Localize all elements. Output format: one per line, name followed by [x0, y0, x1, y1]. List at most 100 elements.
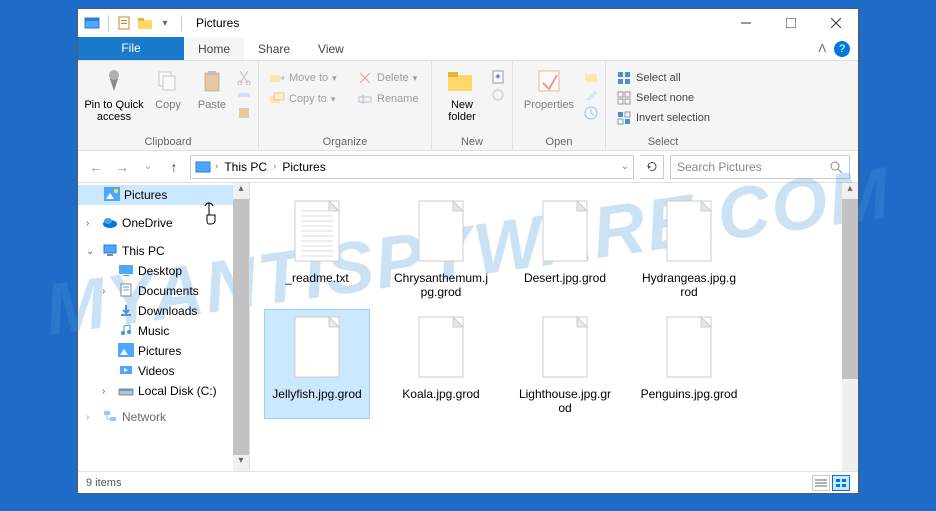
tree-videos[interactable]: Videos — [78, 361, 249, 381]
address-bar[interactable]: › This PC › Pictures ⌄ — [190, 155, 634, 179]
tab-file[interactable]: File — [78, 37, 184, 60]
easy-access-icon[interactable] — [490, 87, 506, 103]
delete-button[interactable]: Delete▾ — [353, 69, 421, 87]
file-item[interactable]: Lighthouse.jpg.grod — [512, 309, 618, 419]
videos-icon — [118, 363, 134, 379]
copy-button[interactable]: Copy — [148, 65, 188, 111]
delete-icon — [357, 70, 373, 86]
content-scrollbar[interactable]: ▴ — [842, 183, 858, 471]
help-icon[interactable]: ? — [834, 41, 850, 57]
qat-folder-icon[interactable] — [137, 15, 153, 31]
tab-share[interactable]: Share — [244, 37, 304, 60]
search-icon — [829, 160, 843, 174]
tree-pictures[interactable]: Pictures — [78, 341, 249, 361]
paste-icon — [196, 65, 228, 97]
folder-icon — [195, 159, 211, 175]
downloads-icon — [118, 303, 134, 319]
navigation-bar: ← → ⌄ ↑ › This PC › Pictures ⌄ Search Pi… — [78, 151, 858, 183]
open-icon[interactable] — [583, 69, 599, 85]
minimize-button[interactable] — [723, 9, 768, 37]
paste-button[interactable]: Paste — [192, 65, 232, 111]
tab-home[interactable]: Home — [184, 37, 244, 60]
window-title: Pictures — [196, 16, 239, 30]
properties-button[interactable]: Properties — [519, 65, 579, 111]
icons-view-button[interactable] — [832, 475, 850, 491]
file-item[interactable]: Koala.jpg.grod — [388, 309, 494, 419]
file-item[interactable]: Desert.jpg.grod — [512, 193, 618, 303]
tree-downloads[interactable]: Downloads — [78, 301, 249, 321]
select-none-icon — [616, 90, 632, 106]
tree-desktop[interactable]: Desktop — [78, 261, 249, 281]
invert-selection-button[interactable]: Invert selection — [612, 109, 714, 127]
tab-view[interactable]: View — [304, 37, 358, 60]
file-name: Jellyfish.jpg.grod — [272, 387, 361, 401]
edit-icon[interactable] — [583, 87, 599, 103]
tree-music[interactable]: Music — [78, 321, 249, 341]
back-button[interactable]: ← — [86, 159, 106, 175]
file-name: Lighthouse.jpg.grod — [516, 387, 614, 415]
history-icon[interactable] — [583, 105, 599, 121]
group-select: Select all Select none Invert selection … — [606, 61, 720, 150]
move-to-icon — [269, 70, 285, 86]
tree-pictures-quick[interactable]: Pictures — [78, 185, 249, 205]
refresh-button[interactable] — [640, 155, 664, 179]
copy-to-button[interactable]: Copy to▾ — [265, 90, 339, 108]
file-item[interactable]: _readme.txt — [264, 193, 370, 303]
file-name: Koala.jpg.grod — [402, 387, 479, 401]
new-folder-button[interactable]: New folder — [438, 65, 486, 123]
ribbon: Pin to Quick access Copy Paste Clipboard — [78, 61, 858, 151]
breadcrumb-root[interactable]: This PC — [222, 160, 269, 174]
svg-text:✦: ✦ — [494, 72, 502, 83]
onedrive-icon — [102, 215, 118, 231]
rename-button[interactable]: Rename — [353, 90, 423, 108]
ribbon-tabs: File Home Share View ᐱ ? — [78, 37, 858, 61]
select-none-button[interactable]: Select none — [612, 89, 698, 107]
rename-icon — [357, 91, 373, 107]
recent-dropdown[interactable]: ⌄ — [138, 161, 158, 172]
tree-thispc[interactable]: ⌄This PC — [78, 241, 249, 261]
pin-to-quick-access-button[interactable]: Pin to Quick access — [84, 65, 144, 123]
new-item-icon[interactable]: ✦ — [490, 69, 506, 85]
breadcrumb-current[interactable]: Pictures — [280, 160, 327, 174]
file-item[interactable]: Hydrangeas.jpg.grod — [636, 193, 742, 303]
qat-dropdown-icon[interactable]: ▾ — [157, 15, 173, 31]
paste-shortcut-icon[interactable] — [236, 105, 252, 121]
thispc-icon — [102, 243, 118, 259]
tree-documents[interactable]: ›Documents — [78, 281, 249, 301]
invert-selection-icon — [616, 110, 632, 126]
group-clipboard: Pin to Quick access Copy Paste Clipboard — [78, 61, 259, 150]
file-name: Desert.jpg.grod — [524, 271, 606, 285]
new-folder-icon — [446, 65, 478, 97]
file-item[interactable]: Chrysanthemum.jpg.grod — [388, 193, 494, 303]
properties-icon — [533, 65, 565, 97]
pictures-icon — [104, 187, 120, 203]
close-button[interactable] — [813, 9, 858, 37]
tree-scrollbar[interactable]: ▴▾ — [233, 183, 249, 471]
file-icon — [661, 197, 717, 267]
file-name: _readme.txt — [285, 271, 348, 285]
group-new: New folder ✦ New — [432, 61, 513, 150]
select-all-button[interactable]: Select all — [612, 69, 685, 87]
explorer-window: ▾ Pictures File Home Share View ᐱ ? — [77, 8, 859, 494]
search-input[interactable]: Search Pictures — [670, 155, 850, 179]
cut-icon[interactable] — [236, 69, 252, 85]
forward-button[interactable]: → — [112, 159, 132, 175]
maximize-button[interactable] — [768, 9, 813, 37]
tree-localdisk[interactable]: ›Local Disk (C:) — [78, 381, 249, 401]
network-icon — [102, 409, 118, 425]
tree-network[interactable]: ›Network — [78, 407, 249, 427]
file-item[interactable]: Penguins.jpg.grod — [636, 309, 742, 419]
move-to-button[interactable]: Move to▾ — [265, 69, 341, 87]
drive-icon — [118, 383, 134, 399]
group-open: Properties Open — [513, 61, 606, 150]
file-item[interactable]: Jellyfish.jpg.grod — [264, 309, 370, 419]
qat-properties-icon[interactable] — [117, 15, 133, 31]
copy-path-icon[interactable] — [236, 87, 252, 103]
file-name: Penguins.jpg.grod — [641, 387, 738, 401]
file-name: Chrysanthemum.jpg.grod — [392, 271, 490, 299]
tree-onedrive[interactable]: ›OneDrive — [78, 213, 249, 233]
collapse-ribbon-icon[interactable]: ᐱ — [818, 42, 826, 55]
up-button[interactable]: ↑ — [164, 159, 184, 175]
details-view-button[interactable] — [812, 475, 830, 491]
file-icon — [537, 197, 593, 267]
